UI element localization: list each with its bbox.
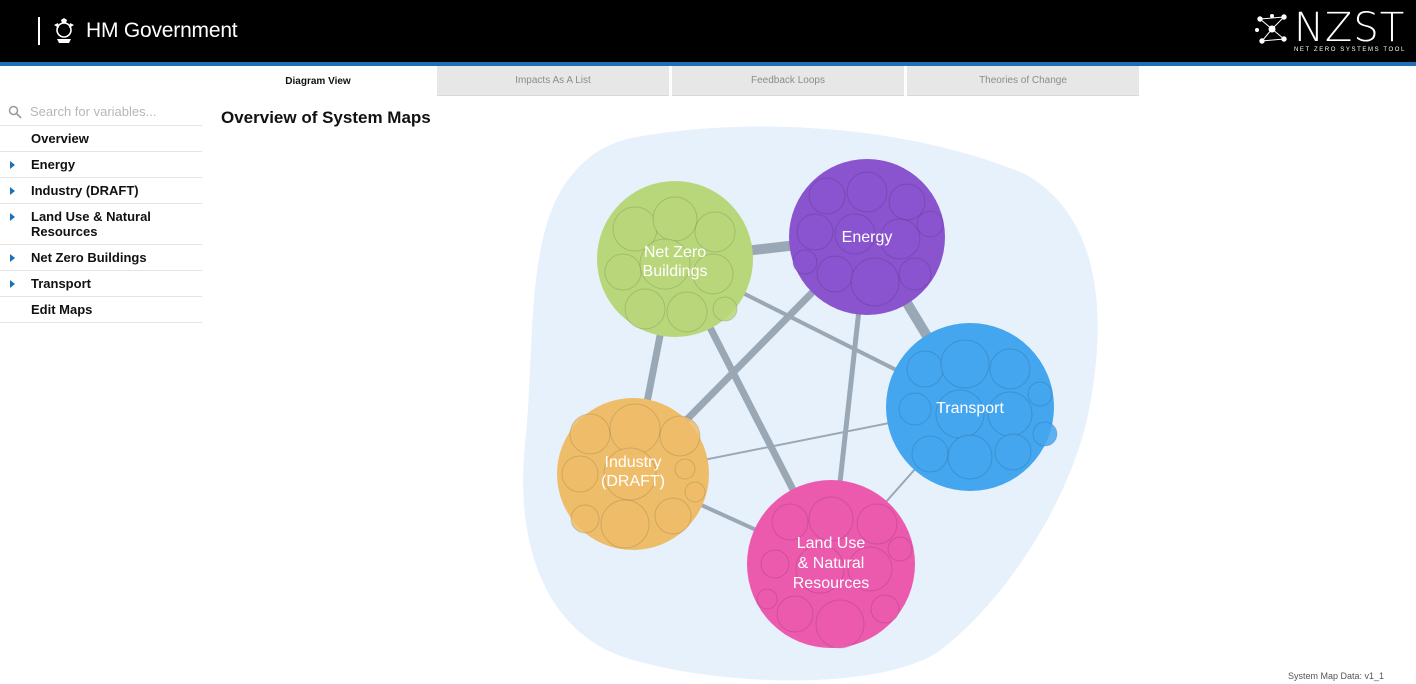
sidebar-item-energy[interactable]: Energy [0,152,202,178]
page-title: Overview of System Maps [221,108,431,127]
sidebar-item-label: Net Zero Buildings [31,250,147,265]
node-label: Buildings [643,263,708,280]
node-label: Land Use [797,535,866,552]
royal-crest-icon [54,18,74,43]
node-label: Resources [793,575,869,592]
top-header: HM Government NZST NET ZERO SYSTEMS TOOL [0,0,1416,62]
sidebar-item-label: Transport [31,276,91,291]
caret-right-icon [10,161,15,169]
sidebar-item-overview[interactable]: Overview [0,126,202,152]
sidebar-item-edit-maps[interactable]: Edit Maps [0,297,202,323]
node-energy[interactable]: Energy [789,159,945,315]
caret-right-icon [10,254,15,262]
sidebar-item-transport[interactable]: Transport [0,271,202,297]
node-land-use-natural-resources[interactable]: Land Use & Natural Resources [747,480,915,649]
map-data-version: System Map Data: v1_1 [1287,671,1384,681]
sidebar: Overview Energy Industry (DRAFT) Land Us… [0,98,202,323]
app-logo-title: NZST [1294,5,1406,51]
node-label: Net Zero [644,244,706,261]
network-icon [1255,14,1287,44]
tab-impacts-as-a-list[interactable]: Impacts As A List [437,66,669,96]
node-label: (DRAFT) [601,473,665,490]
node-label: Transport [936,400,1004,417]
system-maps-diagram: Net Zero Buildings Energy Transport Indu… [523,126,1098,681]
sidebar-item-label: Energy [31,157,76,172]
search-input[interactable] [30,104,190,119]
sidebar-item-label: Industry (DRAFT) [31,183,139,198]
caret-right-icon [10,187,15,195]
tab-theories-of-change[interactable]: Theories of Change [907,66,1139,96]
search-box [0,98,202,126]
hm-government-logo[interactable]: HM Government [38,16,238,46]
node-label: Energy [842,229,893,246]
sidebar-item-label: Edit Maps [31,302,93,317]
nzst-logo[interactable]: NZST NET ZERO SYSTEMS TOOL [1254,5,1404,57]
sidebar-item-net-zero-buildings[interactable]: Net Zero Buildings [0,245,202,271]
tab-feedback-loops[interactable]: Feedback Loops [672,66,904,96]
node-label: & Natural [798,555,865,572]
caret-right-icon [10,280,15,288]
app-logo-subtitle: NET ZERO SYSTEMS TOOL [1294,47,1406,53]
sidebar-item-label: Overview [31,131,89,146]
node-net-zero-buildings[interactable]: Net Zero Buildings [597,181,753,337]
tab-diagram-view[interactable]: Diagram View [202,66,434,96]
view-tabs: Diagram View Impacts As A List Feedback … [202,66,1142,96]
sidebar-item-label: Land Use & Natural Resources [31,209,151,239]
sidebar-item-industry[interactable]: Industry (DRAFT) [0,178,202,204]
logo-divider [38,17,40,45]
node-label: Industry [605,454,662,471]
org-name: HM Government [86,19,238,42]
sidebar-item-land-use[interactable]: Land Use & Natural Resources [0,204,202,245]
caret-right-icon [10,213,15,221]
search-icon [8,105,22,119]
node-industry-draft[interactable]: Industry (DRAFT) [557,398,709,550]
